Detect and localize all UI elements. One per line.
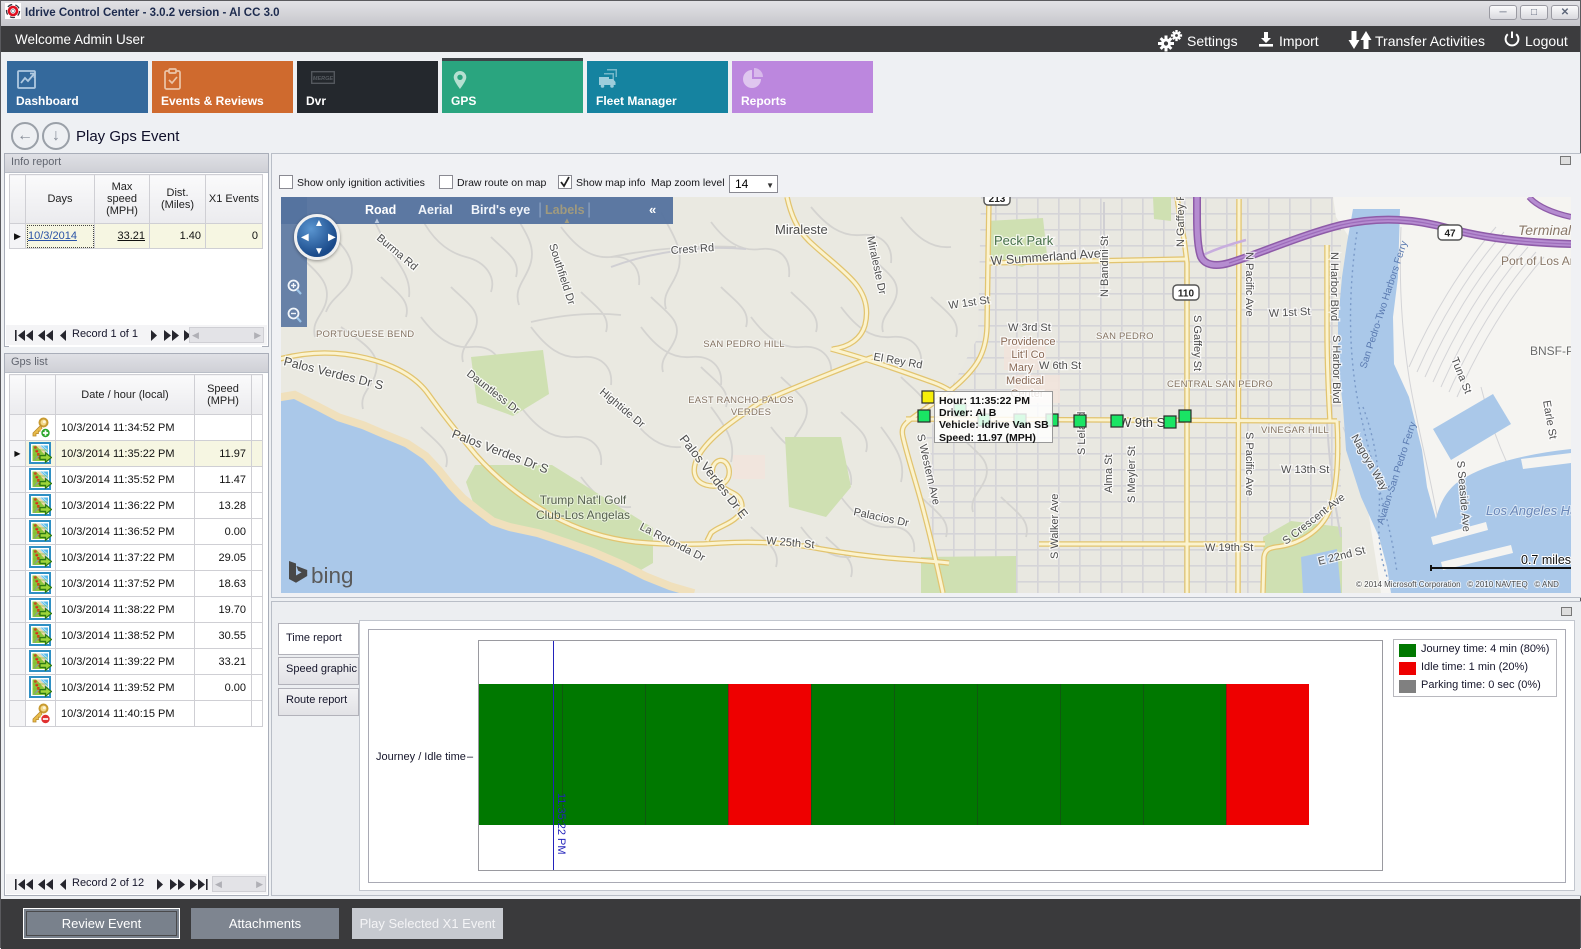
svg-text:N Harbor Blvd: N Harbor Blvd bbox=[1328, 252, 1340, 321]
svg-text:W 19th St: W 19th St bbox=[1205, 542, 1253, 554]
svg-text:S Pacific Ave: S Pacific Ave bbox=[1243, 432, 1255, 496]
svg-text:© 2014 Microsoft Corporation: © 2014 Microsoft Corporation © 2010 NAVT… bbox=[1356, 580, 1559, 589]
svg-text:N Gaffey Pl: N Gaffey Pl bbox=[1175, 197, 1187, 247]
svg-text:Alma St: Alma St bbox=[1103, 454, 1115, 493]
svg-text:PORTUGUESE BEND: PORTUGUESE BEND bbox=[316, 329, 414, 340]
svg-text:CENTRAL SAN PEDRO: CENTRAL SAN PEDRO bbox=[1167, 379, 1273, 390]
svg-text:W 6th St: W 6th St bbox=[1039, 360, 1081, 372]
svg-text:N Pacific Ave: N Pacific Ave bbox=[1243, 252, 1255, 317]
svg-text:Terminal Isl: Terminal Isl bbox=[1518, 222, 1571, 238]
svg-text:EAST RANCHO PALOS: EAST RANCHO PALOS bbox=[688, 395, 793, 406]
svg-text:VINEGAR HILL: VINEGAR HILL bbox=[1261, 425, 1329, 436]
svg-text:Miraleste: Miraleste bbox=[775, 222, 828, 237]
svg-text:BNSF-Port: BNSF-Port bbox=[1530, 344, 1571, 358]
svg-text:S Gaffey St: S Gaffey St bbox=[1191, 315, 1203, 371]
svg-text:N Bandini St: N Bandini St bbox=[1099, 236, 1111, 297]
svg-text:MERGE: MERGE bbox=[313, 76, 334, 82]
svg-text:Port of Los Angel: Port of Los Angel bbox=[1501, 254, 1571, 268]
svg-text:SAN PEDRO: SAN PEDRO bbox=[1096, 331, 1154, 342]
svg-text:Peck Park: Peck Park bbox=[994, 233, 1054, 248]
svg-text:SAN PEDRO HILL: SAN PEDRO HILL bbox=[703, 339, 784, 350]
svg-text:W 9th St: W 9th St bbox=[1119, 415, 1169, 430]
svg-text:W 13th St: W 13th St bbox=[1281, 464, 1329, 476]
svg-text:110: 110 bbox=[1178, 289, 1195, 300]
svg-text:S Meyler St: S Meyler St bbox=[1126, 446, 1138, 503]
svg-text:Providence: Providence bbox=[1000, 336, 1055, 348]
svg-text:0.7 miles: 0.7 miles bbox=[1521, 553, 1571, 567]
svg-text:W 3rd St: W 3rd St bbox=[1008, 322, 1051, 334]
svg-text:Los Angeles Harb: Los Angeles Harb bbox=[1486, 503, 1571, 518]
svg-text:S Harbor Blvd: S Harbor Blvd bbox=[1330, 335, 1342, 403]
svg-text:Club-Los Angelas: Club-Los Angelas bbox=[536, 508, 630, 522]
svg-text:bing: bing bbox=[311, 563, 354, 588]
svg-text:Medical: Medical bbox=[1006, 375, 1044, 387]
svg-text:Trump Nat'l Golf: Trump Nat'l Golf bbox=[540, 493, 627, 507]
svg-text:S Walker Ave: S Walker Ave bbox=[1049, 494, 1061, 559]
svg-text:W 1st St: W 1st St bbox=[1269, 306, 1311, 320]
svg-text:47: 47 bbox=[1444, 229, 1456, 240]
svg-text:213: 213 bbox=[989, 197, 1006, 205]
svg-text:Mary: Mary bbox=[1009, 362, 1034, 374]
svg-text:VERDES: VERDES bbox=[731, 407, 771, 418]
